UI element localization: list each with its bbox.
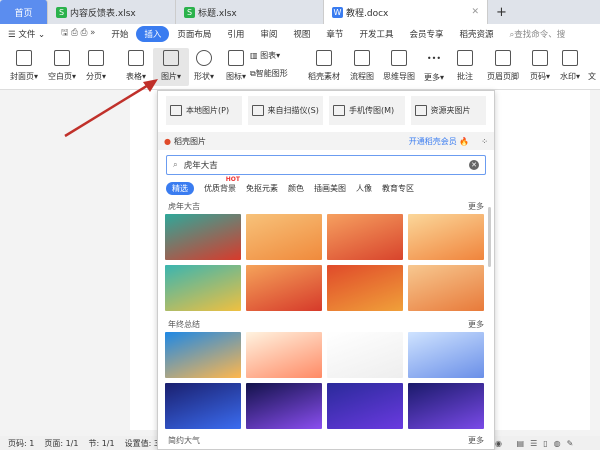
annotation-arrow [64, 79, 158, 138]
